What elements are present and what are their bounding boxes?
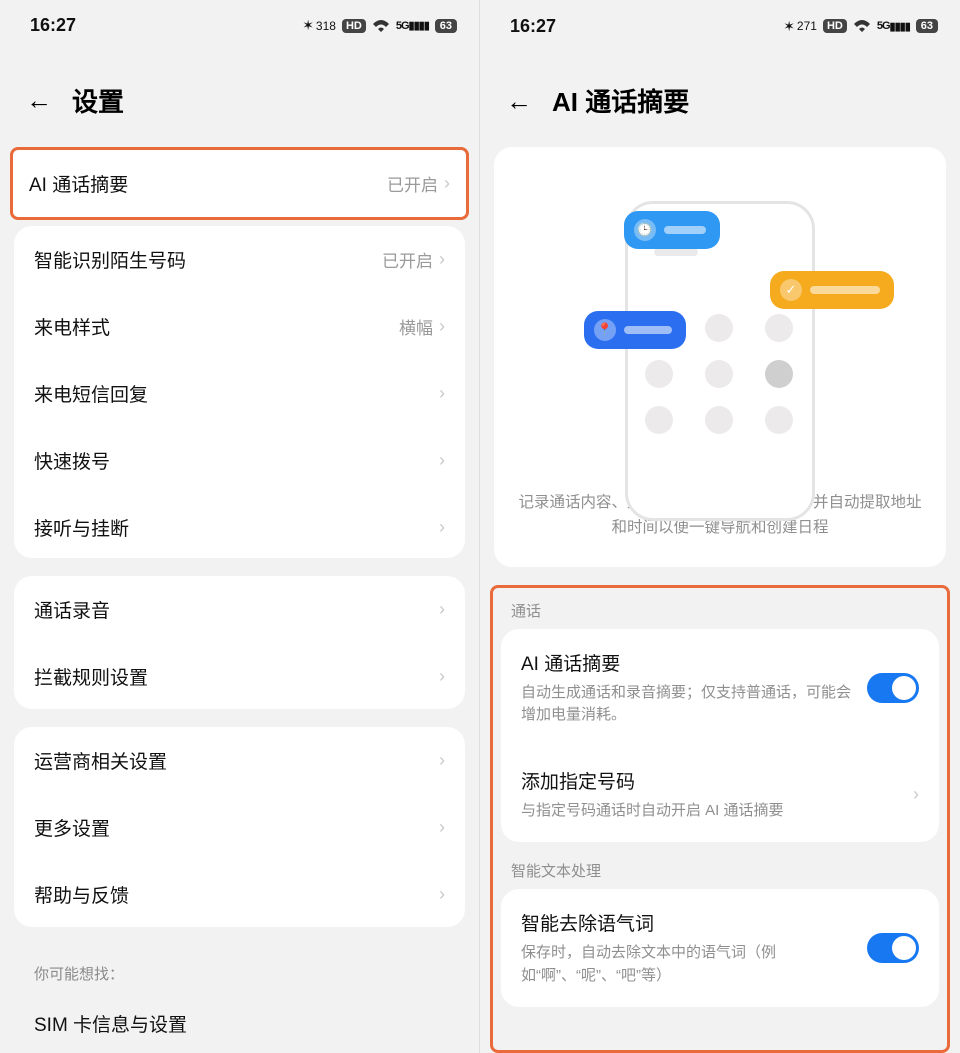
bluetooth-speed: 271 bbox=[783, 18, 817, 35]
row-help[interactable]: 帮助与反馈 › bbox=[14, 861, 465, 927]
chevron-right-icon: › bbox=[439, 817, 445, 838]
row-label: 帮助与反馈 bbox=[34, 881, 439, 908]
row-incoming-style[interactable]: 来电样式 横幅 › bbox=[14, 293, 465, 360]
status-bar: 16:27 271 HD 5G ▮▮▮▮ 63 bbox=[480, 0, 960, 52]
wifi-icon bbox=[372, 19, 390, 33]
row-label: 接听与挂断 bbox=[34, 514, 439, 541]
chevron-right-icon: › bbox=[439, 383, 445, 404]
row-carrier[interactable]: 运营商相关设置 › bbox=[14, 727, 465, 794]
bubble-location-icon: 📍 bbox=[584, 311, 686, 349]
row-id-unknown[interactable]: 智能识别陌生号码 已开启 › bbox=[14, 226, 465, 293]
signal-icon: 5G ▮▮▮▮ bbox=[877, 20, 910, 33]
chevron-right-icon: › bbox=[439, 666, 445, 687]
back-button[interactable]: ← bbox=[26, 87, 52, 113]
row-value: 已开启 bbox=[387, 171, 438, 196]
row-call-record[interactable]: 通话录音 › bbox=[14, 576, 465, 643]
status-bar: 16:27 318 HD 5G ▮▮▮▮ 63 bbox=[0, 0, 479, 52]
row-label: 拦截规则设置 bbox=[34, 663, 439, 690]
back-button[interactable]: ← bbox=[506, 88, 532, 114]
bubble-time-icon: 🕒 bbox=[624, 211, 720, 249]
row-subtitle: 自动生成通话和录音摘要；仅支持普通话，可能会增加电量消耗。 bbox=[521, 682, 855, 727]
row-label: 通话录音 bbox=[34, 596, 439, 623]
chevron-right-icon: › bbox=[439, 517, 445, 538]
battery-icon: 63 bbox=[916, 19, 938, 33]
chevron-right-icon: › bbox=[439, 599, 445, 620]
section-call-label: 通话 bbox=[497, 596, 943, 629]
status-icons: 318 HD 5G ▮▮▮▮ 63 bbox=[302, 17, 457, 34]
row-add-number[interactable]: 添加指定号码 与指定号码通话时自动开启 AI 通话摘要 › bbox=[501, 747, 939, 843]
row-ai-summary[interactable]: AI 通话摘要 已开启 › bbox=[13, 150, 466, 217]
chevron-right-icon: › bbox=[439, 750, 445, 771]
bluetooth-speed: 318 bbox=[302, 17, 336, 34]
chevron-right-icon: › bbox=[913, 784, 919, 805]
card-call-settings-2: 通话录音 › 拦截规则设置 › bbox=[14, 576, 465, 709]
row-ai-toggle[interactable]: AI 通话摘要 自动生成通话和录音摘要；仅支持普通话，可能会增加电量消耗。 bbox=[501, 629, 939, 747]
page-title: AI 通话摘要 bbox=[552, 82, 689, 119]
card-call-settings-3: 运营商相关设置 › 更多设置 › 帮助与反馈 › bbox=[14, 727, 465, 927]
chevron-right-icon: › bbox=[439, 249, 445, 270]
chevron-right-icon: › bbox=[439, 316, 445, 337]
toggle-ai-summary[interactable] bbox=[867, 673, 919, 703]
row-label: 更多设置 bbox=[34, 814, 439, 841]
page-title: 设置 bbox=[72, 82, 124, 119]
row-value: 横幅 bbox=[399, 314, 433, 339]
row-answer-hangup[interactable]: 接听与挂断 › bbox=[14, 494, 465, 559]
card-text-options: 智能去除语气词 保存时，自动去除文本中的语气词（例如“啊”、“呢”、“吧”等） bbox=[501, 889, 939, 1007]
suggest-header: 你可能想找： bbox=[14, 945, 465, 994]
card-ai-options: AI 通话摘要 自动生成通话和录音摘要；仅支持普通话，可能会增加电量消耗。 添加… bbox=[501, 629, 939, 843]
row-subtitle: 保存时，自动去除文本中的语气词（例如“啊”、“呢”、“吧”等） bbox=[521, 942, 855, 987]
status-icons: 271 HD 5G ▮▮▮▮ 63 bbox=[783, 18, 938, 35]
screen-settings: 16:27 318 HD 5G ▮▮▮▮ 63 ← 设置 AI 通话摘要 已开启… bbox=[0, 0, 480, 1053]
wifi-icon bbox=[853, 19, 871, 33]
row-speed-dial[interactable]: 快速拨号 › bbox=[14, 427, 465, 494]
highlight-ai-summary: AI 通话摘要 已开启 › bbox=[10, 147, 469, 220]
row-more[interactable]: 更多设置 › bbox=[14, 794, 465, 861]
row-title: 添加指定号码 bbox=[521, 767, 901, 794]
chevron-right-icon: › bbox=[439, 450, 445, 471]
card-call-settings-1: 智能识别陌生号码 已开启 › 来电样式 横幅 › 来电短信回复 › 快速拨号 ›… bbox=[14, 226, 465, 559]
illustration-card: 🕒 ✓ 📍 记录通话内容、生成通话摘要和核心事项，并自动提取地址和时间以便一键导… bbox=[494, 147, 946, 567]
phone-illustration bbox=[625, 201, 815, 521]
row-label: AI 通话摘要 bbox=[29, 170, 387, 197]
hd-icon: HD bbox=[342, 19, 366, 33]
section-text-label: 智能文本处理 bbox=[497, 856, 943, 889]
header: ← 设置 bbox=[0, 52, 479, 147]
battery-icon: 63 bbox=[435, 19, 457, 33]
row-title: 智能去除语气词 bbox=[521, 909, 855, 936]
chevron-right-icon: › bbox=[439, 884, 445, 905]
row-label: 智能识别陌生号码 bbox=[34, 246, 382, 273]
signal-icon: 5G ▮▮▮▮ bbox=[396, 19, 429, 32]
row-title: AI 通话摘要 bbox=[521, 649, 855, 676]
bubble-check-icon: ✓ bbox=[770, 271, 894, 309]
chevron-right-icon: › bbox=[444, 173, 450, 194]
screen-ai-summary: 16:27 271 HD 5G ▮▮▮▮ 63 ← AI 通话摘要 bbox=[480, 0, 960, 1053]
highlight-settings-block: 通话 AI 通话摘要 自动生成通话和录音摘要；仅支持普通话，可能会增加电量消耗。… bbox=[490, 585, 950, 1053]
toggle-remove-fillers[interactable] bbox=[867, 933, 919, 963]
row-sms-reply[interactable]: 来电短信回复 › bbox=[14, 360, 465, 427]
row-block-rules[interactable]: 拦截规则设置 › bbox=[14, 643, 465, 709]
row-label: 运营商相关设置 bbox=[34, 747, 439, 774]
row-value: 已开启 bbox=[382, 247, 433, 272]
illustration: 🕒 ✓ 📍 bbox=[514, 171, 926, 471]
row-label: 来电短信回复 bbox=[34, 380, 439, 407]
status-time: 16:27 bbox=[30, 15, 76, 36]
hd-icon: HD bbox=[823, 19, 847, 33]
header: ← AI 通话摘要 bbox=[480, 52, 960, 147]
suggest-sim[interactable]: SIM 卡信息与设置 bbox=[14, 994, 465, 1053]
row-label: 来电样式 bbox=[34, 313, 399, 340]
row-subtitle: 与指定号码通话时自动开启 AI 通话摘要 bbox=[521, 800, 901, 823]
row-filler-toggle[interactable]: 智能去除语气词 保存时，自动去除文本中的语气词（例如“啊”、“呢”、“吧”等） bbox=[501, 889, 939, 1007]
status-time: 16:27 bbox=[510, 16, 556, 37]
row-label: 快速拨号 bbox=[34, 447, 439, 474]
